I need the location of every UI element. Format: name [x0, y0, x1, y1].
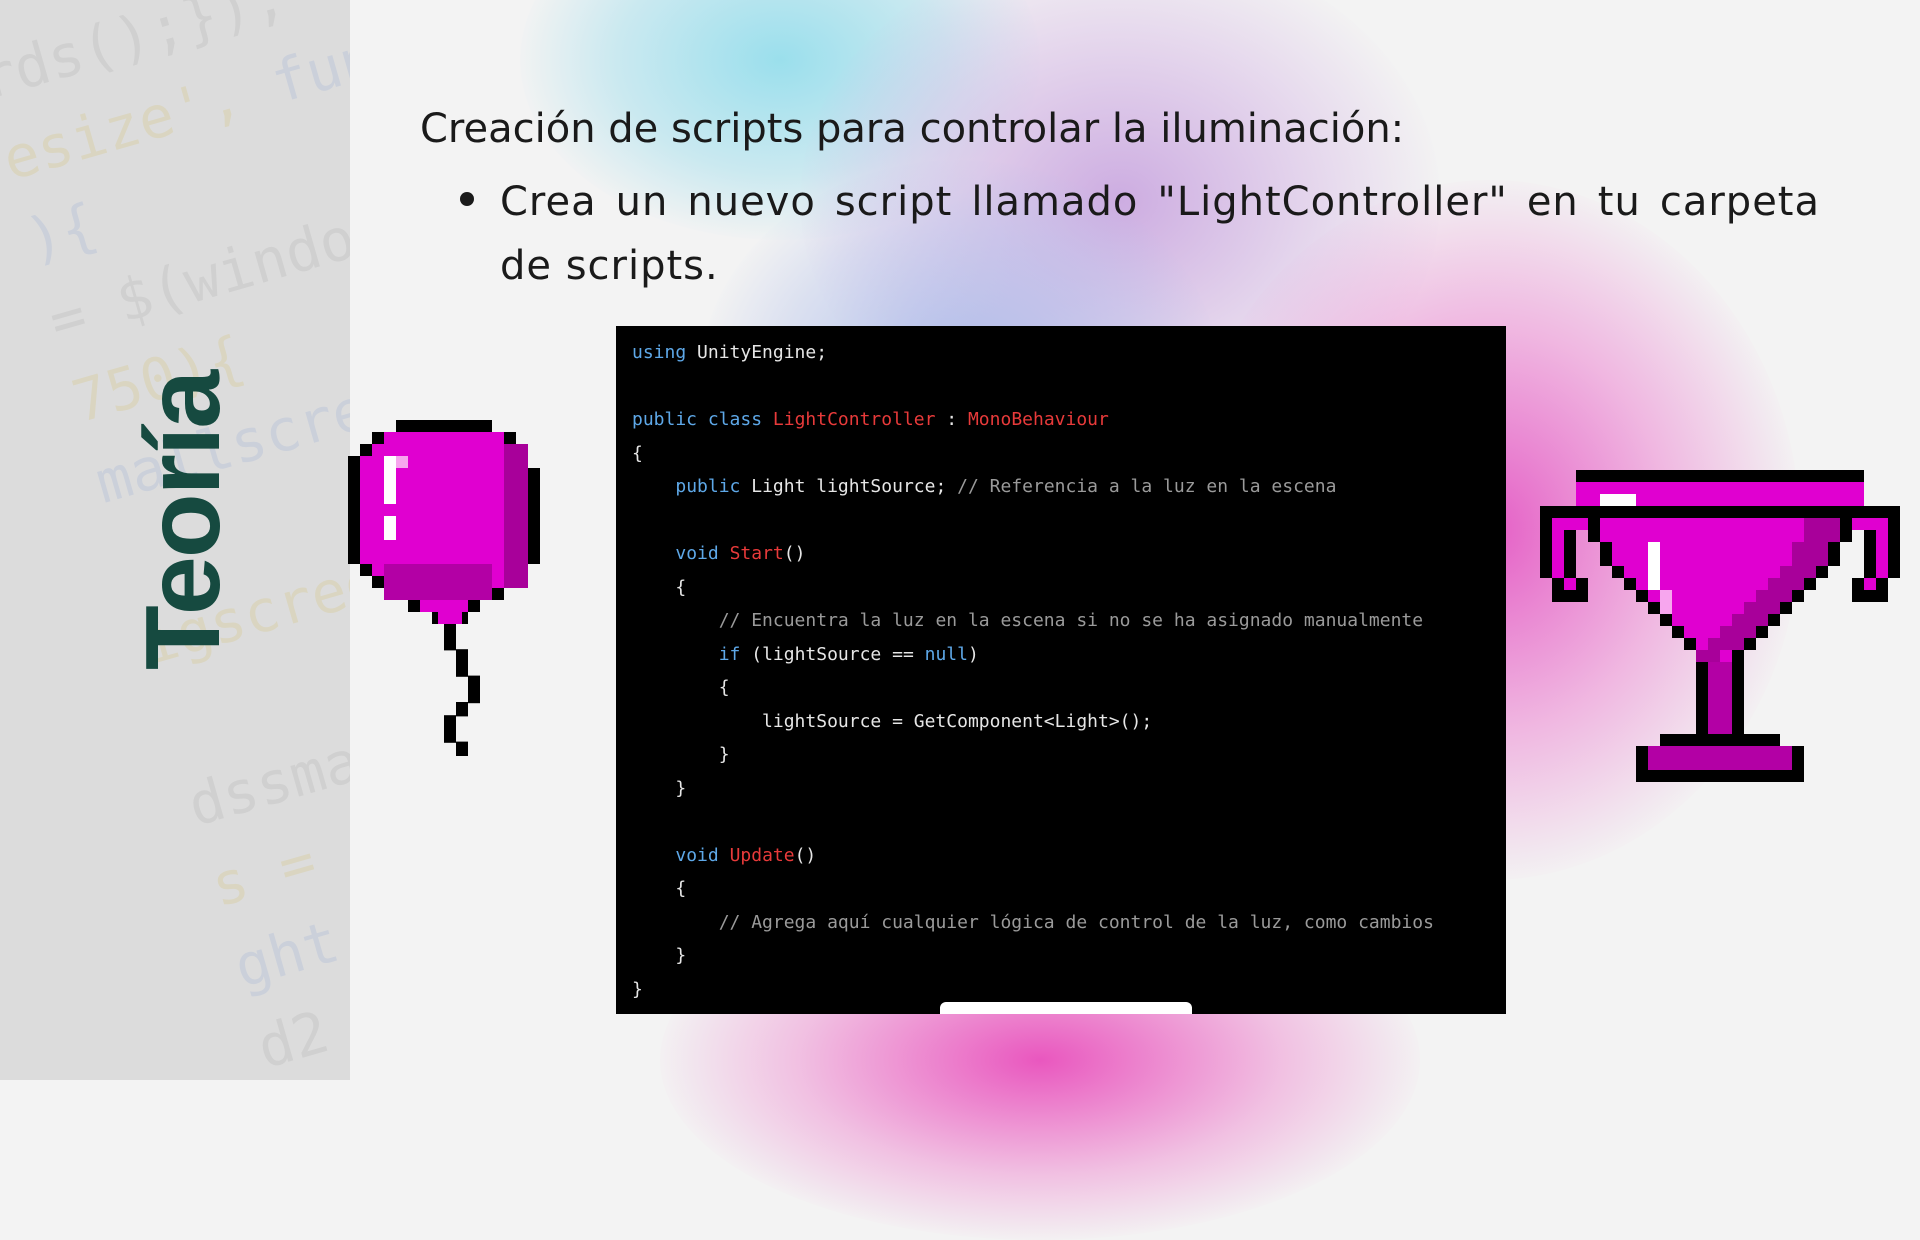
code-line: // Encuentra la luz en la escena si no s… — [718, 610, 1424, 631]
code-line: if (lightSource == null) — [718, 643, 979, 665]
trophy-icon — [1540, 470, 1900, 782]
code-line: { — [632, 878, 687, 899]
code-line: { — [632, 576, 687, 598]
bullet-item: Crea un nuevo script llamado "LightContr… — [460, 170, 1820, 298]
code-line: lightSource = GetComponent<Light>(); — [632, 710, 1153, 732]
code-line: using UnityEngine; — [632, 342, 828, 363]
code-line: { — [632, 677, 730, 698]
code-line: } — [632, 744, 730, 765]
balloon-icon — [348, 420, 540, 756]
slide-heading: Creación de scripts para controlar la il… — [420, 106, 1405, 152]
code-line: } — [632, 945, 687, 966]
bullet-dot — [460, 192, 474, 206]
code-block: using UnityEngine; public class LightCon… — [632, 336, 1434, 1006]
code-screenshot: using UnityEngine; public class LightCon… — [616, 326, 1506, 1014]
code-line: } — [632, 978, 643, 1000]
code-line: void Start() — [675, 543, 806, 564]
code-line: public class LightController : MonoBehav… — [632, 409, 1109, 430]
code-scrollbar[interactable] — [940, 1002, 1192, 1014]
bullet-text: Crea un nuevo script llamado "LightContr… — [500, 179, 1820, 289]
code-line: public Light lightSource; // Referencia … — [675, 476, 1337, 497]
code-line: // Agrega aquí cualquier lógica de contr… — [718, 911, 1434, 933]
left-code-panel: rds();});esize', functio){= $(window).wi… — [0, 0, 350, 1080]
code-line: } — [632, 777, 687, 799]
code-line: void Update() — [675, 844, 817, 866]
code-line: { — [632, 442, 643, 464]
section-title-vertical: Teoría — [124, 371, 242, 670]
